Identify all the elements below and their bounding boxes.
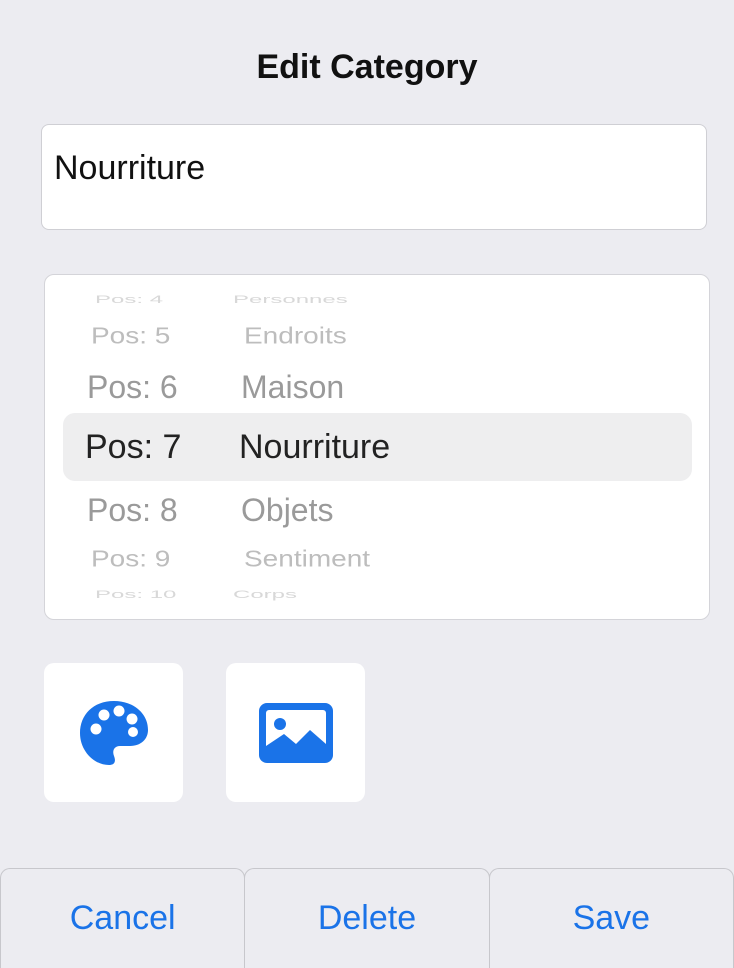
picker-row-position: Pos: 8 xyxy=(87,491,178,528)
picker-row-label: Personnes xyxy=(233,293,348,306)
picker-row[interactable]: Pos: 10 Corps xyxy=(45,582,709,609)
picker-row-label: Objets xyxy=(241,491,334,528)
picker-row[interactable]: Pos: 4 Personnes xyxy=(45,287,709,314)
picker-row-position: Pos: 10 xyxy=(95,588,177,601)
color-picker-button[interactable] xyxy=(44,663,183,802)
category-name-input[interactable] xyxy=(54,148,694,188)
picker-row-position: Pos: 6 xyxy=(87,368,178,405)
picker-row-label: Nourriture xyxy=(239,427,391,466)
photo-icon xyxy=(258,702,333,763)
picker-row[interactable]: Pos: 9 Sentiment xyxy=(45,534,709,583)
picker-row-label: Endroits xyxy=(244,322,347,349)
picker-row-label: Maison xyxy=(241,368,345,405)
save-button[interactable]: Save xyxy=(488,868,734,968)
picker-row-position: Pos: 7 xyxy=(85,427,182,466)
palette-icon xyxy=(79,700,148,765)
picker-row[interactable]: Pos: 5 Endroits xyxy=(45,311,709,360)
picker-row[interactable]: Pos: 8 Objets xyxy=(45,480,709,540)
cancel-button[interactable]: Cancel xyxy=(0,868,246,968)
delete-button[interactable]: Delete xyxy=(244,868,490,968)
picker-row-label: Corps xyxy=(233,588,298,601)
image-picker-button[interactable] xyxy=(226,663,365,802)
picker-row-position: Pos: 5 xyxy=(91,322,171,349)
dialog-title: Edit Category xyxy=(256,48,478,86)
picker-row-selected[interactable]: Pos: 7 Nourriture xyxy=(45,417,709,477)
action-bar: Cancel Delete Save xyxy=(0,868,734,968)
picker-row-position: Pos: 4 xyxy=(95,293,164,306)
position-picker[interactable]: Pos: 4 Personnes Pos: 5 Endroits Pos: 6 … xyxy=(44,274,710,620)
picker-row-position: Pos: 9 xyxy=(91,545,171,572)
category-name-field[interactable] xyxy=(41,124,707,230)
picker-row[interactable]: Pos: 6 Maison xyxy=(45,357,709,417)
picker-row-label: Sentiment xyxy=(244,545,371,572)
